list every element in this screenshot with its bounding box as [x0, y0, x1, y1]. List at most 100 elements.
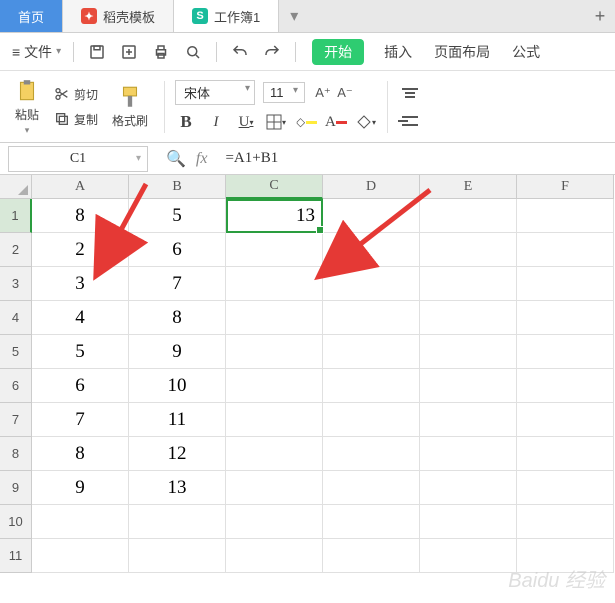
row-header[interactable]: 6 — [0, 369, 32, 403]
row-header[interactable]: 3 — [0, 267, 32, 301]
cell[interactable] — [226, 335, 323, 369]
border-button[interactable]: ▾ — [265, 111, 287, 133]
cell[interactable]: 11 — [129, 403, 226, 437]
cell[interactable] — [323, 539, 420, 573]
cell[interactable]: 8 — [129, 301, 226, 335]
cell[interactable] — [420, 335, 517, 369]
row-header[interactable]: 2 — [0, 233, 32, 267]
tab-add-button[interactable]: + — [585, 0, 615, 32]
cell[interactable]: 6 — [129, 233, 226, 267]
cell[interactable] — [323, 369, 420, 403]
fill-color-button[interactable] — [295, 111, 317, 133]
menu-page-layout[interactable]: 页面布局 — [424, 38, 500, 66]
cell[interactable] — [420, 403, 517, 437]
cell[interactable] — [420, 267, 517, 301]
column-header[interactable]: F — [517, 175, 614, 199]
decrease-font-button[interactable]: A⁻ — [335, 83, 355, 103]
cell[interactable] — [517, 505, 614, 539]
cell[interactable] — [32, 505, 129, 539]
cell[interactable]: 8 — [32, 437, 129, 471]
cell[interactable] — [226, 437, 323, 471]
cell[interactable] — [226, 539, 323, 573]
cell[interactable] — [226, 301, 323, 335]
cell[interactable]: 9 — [129, 335, 226, 369]
cell[interactable]: 5 — [32, 335, 129, 369]
undo-button[interactable] — [225, 39, 255, 65]
cell[interactable] — [517, 471, 614, 505]
cut-button[interactable]: 剪切 — [50, 84, 102, 105]
cell[interactable]: 13 — [226, 199, 323, 233]
formula-input[interactable] — [217, 146, 615, 172]
align-top-button[interactable] — [398, 82, 422, 104]
menu-formula[interactable]: 公式 — [502, 38, 550, 66]
cell[interactable] — [226, 233, 323, 267]
row-header[interactable]: 11 — [0, 539, 32, 573]
underline-button[interactable]: U▾ — [235, 111, 257, 133]
cell[interactable] — [323, 437, 420, 471]
cell[interactable] — [226, 369, 323, 403]
cell[interactable] — [420, 199, 517, 233]
tab-docer[interactable]: ✦ 稻壳模板 — [63, 0, 174, 32]
cell[interactable] — [420, 505, 517, 539]
row-header[interactable]: 8 — [0, 437, 32, 471]
paste-button[interactable]: 粘贴 ▾ — [8, 74, 46, 140]
cell[interactable]: 4 — [32, 301, 129, 335]
cell[interactable] — [323, 471, 420, 505]
menu-start[interactable]: 开始 — [312, 39, 364, 65]
cell[interactable] — [517, 199, 614, 233]
cell[interactable] — [517, 301, 614, 335]
menu-insert[interactable]: 插入 — [374, 38, 422, 66]
effects-button[interactable]: ▾ — [355, 111, 377, 133]
cell[interactable] — [226, 403, 323, 437]
row-header[interactable]: 4 — [0, 301, 32, 335]
align-left-button[interactable] — [398, 110, 422, 132]
print-button[interactable] — [146, 39, 176, 65]
cell[interactable] — [323, 301, 420, 335]
tab-dropdown-icon[interactable]: ▾ — [279, 0, 309, 32]
cell[interactable] — [517, 403, 614, 437]
tab-home[interactable]: 首页 — [0, 0, 63, 32]
row-header[interactable]: 1 — [0, 199, 32, 233]
cell[interactable] — [226, 267, 323, 301]
redo-button[interactable] — [257, 39, 287, 65]
cell[interactable] — [517, 369, 614, 403]
column-header[interactable]: E — [420, 175, 517, 199]
format-painter-button[interactable]: 格式刷 — [106, 80, 154, 133]
cell[interactable] — [420, 437, 517, 471]
cell[interactable]: 7 — [129, 267, 226, 301]
cell[interactable] — [226, 505, 323, 539]
row-header[interactable]: 7 — [0, 403, 32, 437]
increase-font-button[interactable]: A⁺ — [313, 83, 333, 103]
cell[interactable] — [517, 437, 614, 471]
column-header[interactable]: D — [323, 175, 420, 199]
cell[interactable] — [420, 369, 517, 403]
cell[interactable]: 10 — [129, 369, 226, 403]
cell[interactable] — [420, 301, 517, 335]
cell[interactable] — [323, 505, 420, 539]
cell[interactable]: 6 — [32, 369, 129, 403]
cell[interactable] — [129, 539, 226, 573]
cell[interactable]: 7 — [32, 403, 129, 437]
column-header[interactable]: B — [129, 175, 226, 199]
cell[interactable]: 2 — [32, 233, 129, 267]
select-all-corner[interactable] — [0, 175, 32, 199]
cell[interactable] — [226, 471, 323, 505]
cell[interactable]: 3 — [32, 267, 129, 301]
cell[interactable] — [517, 335, 614, 369]
bold-button[interactable]: B — [175, 111, 197, 133]
print-preview-button[interactable] — [178, 39, 208, 65]
cell[interactable] — [323, 233, 420, 267]
column-header[interactable]: C — [226, 175, 323, 199]
cell[interactable] — [420, 233, 517, 267]
cell[interactable] — [323, 335, 420, 369]
cell[interactable] — [517, 233, 614, 267]
cell[interactable]: 5 — [129, 199, 226, 233]
fx-icon[interactable]: fx — [196, 150, 208, 168]
column-header[interactable]: A — [32, 175, 129, 199]
copy-button[interactable]: 复制 — [50, 109, 102, 130]
save-button[interactable] — [82, 39, 112, 65]
cell[interactable] — [420, 471, 517, 505]
cell[interactable]: 12 — [129, 437, 226, 471]
cell[interactable] — [32, 539, 129, 573]
cell[interactable] — [323, 403, 420, 437]
